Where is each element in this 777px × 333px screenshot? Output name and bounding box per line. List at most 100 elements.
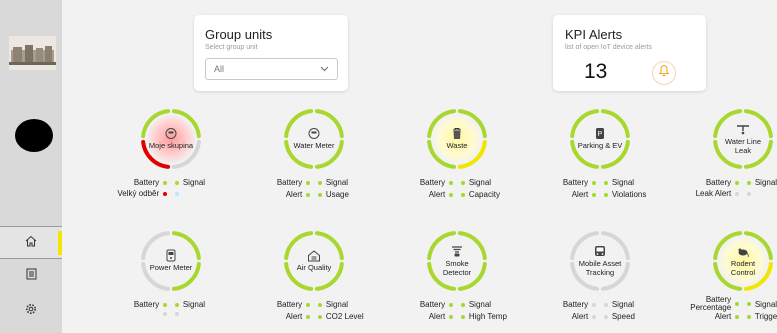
status-dot [449, 192, 453, 197]
metric-label: High Temp [468, 312, 507, 321]
status-dot [592, 314, 596, 319]
metric-label: Battery [705, 177, 732, 187]
status-dot [449, 180, 453, 185]
status-ring: Water Line Leak [712, 108, 774, 170]
kpi-alerts-card: KPI Alerts list of open IoT device alert… [553, 15, 706, 91]
device-tile-water-line-leak[interactable]: Water Line Leak Battery Signal Leak Alert [668, 108, 777, 203]
metric-row: Alert High Temp [382, 312, 532, 321]
status-ring: Rodent Control [712, 230, 774, 292]
device-tile-rodent-control[interactable]: Rodent Control Battery Percentage Signal Aler… [668, 230, 777, 325]
status-dot [461, 302, 465, 307]
group-unit-selected: All [214, 64, 225, 74]
metric-label: Battery [276, 299, 303, 309]
device-name: Water Meter [293, 141, 335, 151]
device-badge: Water Line Leak [719, 115, 767, 163]
device-tile-mobile-asset-tracking[interactable]: Mobile Asset Tracking Battery Signal Alert Sp… [525, 230, 675, 325]
device-tile-moje-skupina[interactable]: Moje skupina Battery Signal Velký odběr [96, 108, 246, 203]
metric-row: Alert Speed [525, 312, 675, 321]
metric-label: Alert [285, 189, 303, 199]
status-dot [175, 302, 179, 307]
status-dot [163, 302, 167, 307]
status-dot [163, 192, 167, 196]
metric-row [96, 312, 246, 316]
status-dot [175, 192, 179, 196]
status-ring: Waste [426, 108, 488, 170]
status-dot [461, 180, 465, 185]
nav-list[interactable] [0, 259, 62, 292]
gear-icon [25, 302, 37, 320]
device-tile-parking-ev[interactable]: P Parking & EV Battery Signal Alert Violation… [525, 108, 675, 203]
metric-label: Signal [754, 299, 777, 309]
status-dot [449, 314, 453, 319]
metric-label: Alert [285, 311, 303, 321]
metric-label: Capacity [468, 190, 500, 199]
status-dot [318, 302, 322, 307]
status-ring: P Parking & EV [569, 108, 631, 170]
metric-row: Battery Signal [239, 300, 389, 309]
status-dot [175, 312, 179, 316]
nav-home[interactable] [0, 226, 62, 259]
metric-row: Battery Signal [96, 300, 246, 309]
device-tile-smoke-detector[interactable]: Smoke Detector Battery Signal Alert High Temp [382, 230, 532, 325]
status-dot [747, 302, 751, 306]
device-tile-air-quality[interactable]: Air Quality Battery Signal Alert CO2 Level [239, 230, 389, 325]
metric-row: Battery Signal [239, 178, 389, 187]
nav-settings[interactable] [0, 294, 62, 327]
status-dot [604, 302, 608, 307]
metric-row: Alert Triggered [668, 312, 777, 321]
parking-icon: P [593, 127, 607, 140]
status-dot [449, 302, 453, 307]
kpi-title: KPI Alerts [565, 27, 623, 42]
device-badge: Air Quality [290, 237, 338, 285]
device-badge: Power Meter [147, 237, 195, 285]
metric-row: Alert CO2 Level [239, 312, 389, 321]
kpi-alert-count: 13 [584, 60, 608, 83]
power-icon [164, 249, 178, 262]
status-dot [306, 314, 310, 319]
meter-icon [307, 127, 321, 140]
status-dot [735, 314, 739, 319]
metric-label: Alert [428, 189, 446, 199]
device-name: Parking & EV [577, 141, 623, 151]
alerts-bell-button[interactable] [652, 61, 676, 85]
house-icon [307, 249, 321, 262]
status-dot [592, 302, 596, 307]
bin-icon [450, 127, 464, 140]
device-tile-waste[interactable]: Waste Battery Signal Alert Capacity [382, 108, 532, 203]
status-dot [592, 180, 596, 185]
metric-row: Alert Violations [525, 190, 675, 199]
device-badge: Waste [433, 115, 481, 163]
device-tile-power-meter[interactable]: Power Meter Battery Signal [96, 230, 246, 325]
device-badge: Mobile Asset Tracking [576, 237, 624, 285]
metric-row: Battery Signal [382, 178, 532, 187]
status-dot [735, 192, 739, 196]
metric-label: Signal [325, 178, 349, 187]
status-dot [604, 192, 608, 197]
metric-label: Signal [611, 178, 635, 187]
bus-icon [593, 245, 607, 258]
status-ring: Mobile Asset Tracking [569, 230, 631, 292]
bell-icon [658, 64, 670, 82]
metric-label: Battery [419, 299, 446, 309]
group-units-subtitle: Select group unit [205, 44, 258, 51]
metric-label: Signal [468, 300, 492, 309]
device-tile-water-meter[interactable]: Water Meter Battery Signal Alert Usage [239, 108, 389, 203]
home-icon [25, 234, 37, 252]
metric-row: Leak Alert [668, 190, 777, 198]
metric-row: Battery Signal [382, 300, 532, 309]
status-dot [604, 180, 608, 185]
svg-text:P: P [598, 131, 603, 138]
user-avatar[interactable] [15, 119, 53, 152]
device-name: Moje skupina [148, 141, 194, 151]
status-dot [318, 314, 322, 319]
status-dot [747, 180, 751, 185]
status-ring: Power Meter [140, 230, 202, 292]
metric-label: Signal [611, 300, 635, 309]
status-ring: Air Quality [283, 230, 345, 292]
metric-label: Signal [468, 178, 492, 187]
device-badge: Rodent Control [719, 237, 767, 285]
metric-row: Alert Capacity [382, 190, 532, 199]
device-name: Power Meter [149, 263, 193, 273]
sidebar [0, 0, 62, 333]
group-unit-select[interactable]: All [205, 58, 338, 80]
